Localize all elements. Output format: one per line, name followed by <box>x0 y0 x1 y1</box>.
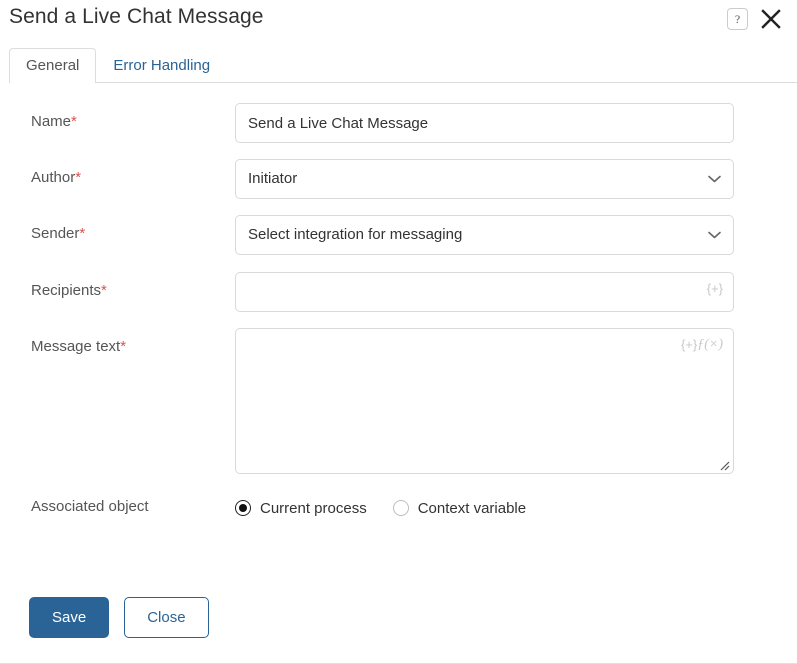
svg-text:?: ? <box>735 12 740 26</box>
dialog-footer: Save Close <box>0 580 797 663</box>
radio-current-process-mark <box>235 500 251 516</box>
tab-error-handling[interactable]: Error Handling <box>96 48 227 83</box>
recipients-field-icons: {+} <box>707 281 723 297</box>
label-associated-object-text: Associated object <box>31 498 149 515</box>
label-message-text-text: Message text <box>31 338 121 355</box>
field-sender-wrap: Select integration for messaging <box>235 215 734 255</box>
label-name: Name* <box>0 103 235 131</box>
save-button[interactable]: Save <box>29 597 110 638</box>
sender-select-value: Select integration for messaging <box>248 226 463 243</box>
label-sender-text: Sender <box>31 225 80 242</box>
form-row-recipients: Recipients* {+} <box>0 272 797 312</box>
close-icon <box>760 8 782 30</box>
author-select[interactable]: Initiator <box>235 159 734 199</box>
radio-current-process[interactable]: Current process <box>235 499 367 518</box>
radio-context-variable-mark <box>392 500 409 516</box>
field-recipients-wrap: {+} <box>235 272 734 312</box>
label-message-text: Message text* <box>0 328 235 356</box>
tab-bar: General Error Handling <box>9 48 797 84</box>
tab-general[interactable]: General <box>9 48 97 84</box>
radio-current-process-label: Current process <box>260 499 367 517</box>
insert-formula-icon[interactable]: ƒ(×) <box>697 337 723 353</box>
label-recipients-text: Recipients <box>31 282 102 299</box>
help-button[interactable]: ? <box>727 8 748 30</box>
field-author-wrap: Initiator <box>235 159 734 199</box>
label-associated-object: Associated object <box>0 488 235 516</box>
label-recipients-required: * <box>101 282 107 299</box>
label-name-required: * <box>71 113 77 130</box>
sender-select[interactable]: Select integration for messaging <box>235 215 734 255</box>
form-row-associated-object: Associated object Current process Contex… <box>0 488 797 528</box>
label-sender: Sender* <box>0 215 235 243</box>
label-sender-required: * <box>79 225 86 242</box>
radio-context-variable-label: Context variable <box>417 499 527 517</box>
form-row-sender: Sender* Select integration for messaging <box>0 215 797 255</box>
label-name-text: Name <box>31 113 72 130</box>
form-row-message-text: Message text* {+} ƒ(×) <box>0 328 797 474</box>
label-message-text-required: * <box>120 338 127 355</box>
close-dialog-button[interactable]: Close <box>124 597 209 638</box>
message-text-box: {+} ƒ(×) <box>235 328 734 474</box>
message-text-textarea[interactable] <box>236 329 733 473</box>
form-body: Name* Author* Initiator <box>0 83 797 528</box>
send-live-chat-message-dialog: Send a Live Chat Message ? General Error… <box>0 0 797 664</box>
insert-variable-icon[interactable]: {+} <box>681 337 697 353</box>
close-button[interactable] <box>758 6 784 32</box>
field-name-wrap <box>235 103 734 143</box>
associated-object-radio-group: Current process Context variable <box>235 488 734 528</box>
label-author-required: * <box>75 169 82 186</box>
field-message-text-wrap: {+} ƒ(×) <box>235 328 734 474</box>
dialog-title: Send a Live Chat Message <box>9 5 264 28</box>
radio-context-variable[interactable]: Context variable <box>392 499 527 518</box>
question-mark-icon: ? <box>731 12 744 26</box>
label-recipients: Recipients* <box>0 272 235 300</box>
dialog-header-actions: ? <box>727 6 784 32</box>
form-row-author: Author* Initiator <box>0 159 797 199</box>
form-row-name: Name* <box>0 103 797 143</box>
label-author: Author* <box>0 159 235 187</box>
name-input[interactable] <box>235 103 734 143</box>
message-text-field-icons: {+} ƒ(×) <box>681 337 723 353</box>
author-select-value: Initiator <box>248 170 298 187</box>
tab-list: General Error Handling <box>9 48 797 84</box>
insert-variable-icon[interactable]: {+} <box>707 281 723 297</box>
recipients-input[interactable]: {+} <box>235 272 734 312</box>
dialog-header: Send a Live Chat Message ? <box>0 0 797 48</box>
label-author-text: Author <box>31 169 76 186</box>
